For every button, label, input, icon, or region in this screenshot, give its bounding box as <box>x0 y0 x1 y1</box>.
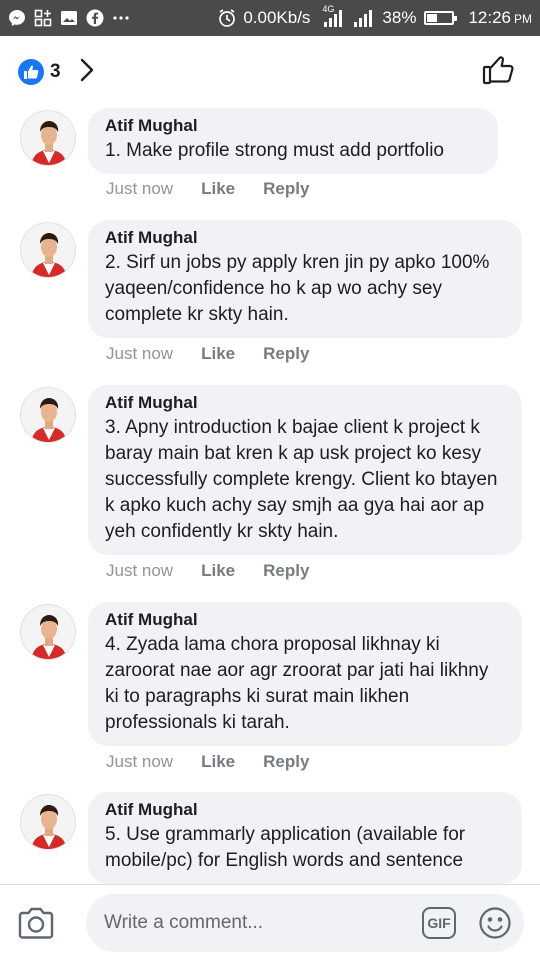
comment-input-placeholder: Write a comment... <box>104 911 264 933</box>
alarm-icon <box>217 8 237 28</box>
comment-author[interactable]: Atif Mughal <box>105 228 506 248</box>
battery-percent: 38% <box>382 8 417 27</box>
more-dots-icon <box>112 15 130 21</box>
clock: 12:26 PM <box>468 8 532 28</box>
battery-icon <box>424 11 458 25</box>
messenger-icon <box>8 9 26 27</box>
emoji-icon[interactable] <box>478 906 512 940</box>
network-type: 4G <box>322 4 335 14</box>
like-button[interactable]: Like <box>201 561 235 581</box>
comment-actions: Just now Like Reply <box>106 561 309 581</box>
like-count: 3 <box>50 61 61 82</box>
comment-actions: Just now Like Reply <box>106 179 309 199</box>
comment-time: Just now <box>106 561 174 580</box>
clock-suffix: PM <box>514 12 532 26</box>
reactions-summary[interactable]: 3 <box>18 57 95 88</box>
comment-author[interactable]: Atif Mughal <box>105 800 506 820</box>
comment-text: 3. Apny introduction k bajae client k pr… <box>105 417 498 542</box>
comment-text: 1. Make profile strong must add portfoli… <box>105 140 445 161</box>
comment-actions: Just now Like Reply <box>106 344 309 364</box>
avatar[interactable] <box>20 794 76 850</box>
reply-button[interactable]: Reply <box>263 561 309 581</box>
comment-bubble[interactable]: Atif Mughal 4. Zyada lama chora proposal… <box>88 602 522 746</box>
comment-text: 2. Sirf un jobs py apply kren jin py apk… <box>105 252 490 325</box>
signal-2-icon <box>352 8 376 28</box>
comment-author[interactable]: Atif Mughal <box>105 116 482 136</box>
avatar[interactable] <box>20 604 76 660</box>
gif-icon[interactable]: GIF <box>422 906 456 939</box>
comment-text: 4. Zyada lama chora proposal likhnay ki … <box>105 634 489 733</box>
comment-time: Just now <box>106 344 174 363</box>
reply-button[interactable]: Reply <box>263 752 309 772</box>
clock-time: 12:26 <box>468 8 511 27</box>
avatar[interactable] <box>20 387 76 443</box>
comment-composer: Write a comment... GIF <box>0 884 540 960</box>
comment-author[interactable]: Atif Mughal <box>105 610 506 630</box>
reply-button[interactable]: Reply <box>263 179 309 199</box>
comment-input[interactable]: Write a comment... GIF <box>86 893 524 952</box>
avatar[interactable] <box>20 110 76 166</box>
gallery-icon <box>60 10 78 26</box>
like-button[interactable]: Like <box>201 344 235 364</box>
like-button[interactable]: Like <box>201 752 235 772</box>
comments-header: 3 <box>0 36 540 108</box>
comments-list: Atif Mughal 1. Make profile strong must … <box>0 108 540 884</box>
thumbs-up-icon[interactable] <box>482 54 516 91</box>
comment-time: Just now <box>106 179 174 198</box>
comment-author[interactable]: Atif Mughal <box>105 393 506 413</box>
signal-1-icon: 4G <box>322 4 346 28</box>
like-reaction-icon <box>18 59 44 85</box>
comment-bubble[interactable]: Atif Mughal 1. Make profile strong must … <box>88 108 498 174</box>
comment-text: 5. Use grammarly application (available … <box>105 824 466 871</box>
reply-button[interactable]: Reply <box>263 344 309 364</box>
network-speed: 0.00Kb/s <box>243 8 311 27</box>
comment-bubble[interactable]: Atif Mughal 5. Use grammarly application… <box>88 792 522 884</box>
chevron-right-icon[interactable] <box>79 57 95 88</box>
comment-bubble[interactable]: Atif Mughal 3. Apny introduction k bajae… <box>88 385 522 555</box>
camera-icon[interactable] <box>16 905 56 941</box>
like-button[interactable]: Like <box>201 179 235 199</box>
facebook-icon <box>86 9 104 27</box>
comment-bubble[interactable]: Atif Mughal 2. Sirf un jobs py apply kre… <box>88 220 522 338</box>
status-bar: 0.00Kb/s 4G 38% 12:26 PM <box>0 0 540 36</box>
apps-grid-icon <box>34 9 52 27</box>
comment-time: Just now <box>106 752 174 771</box>
comment-actions: Just now Like Reply <box>106 752 309 772</box>
avatar[interactable] <box>20 222 76 278</box>
